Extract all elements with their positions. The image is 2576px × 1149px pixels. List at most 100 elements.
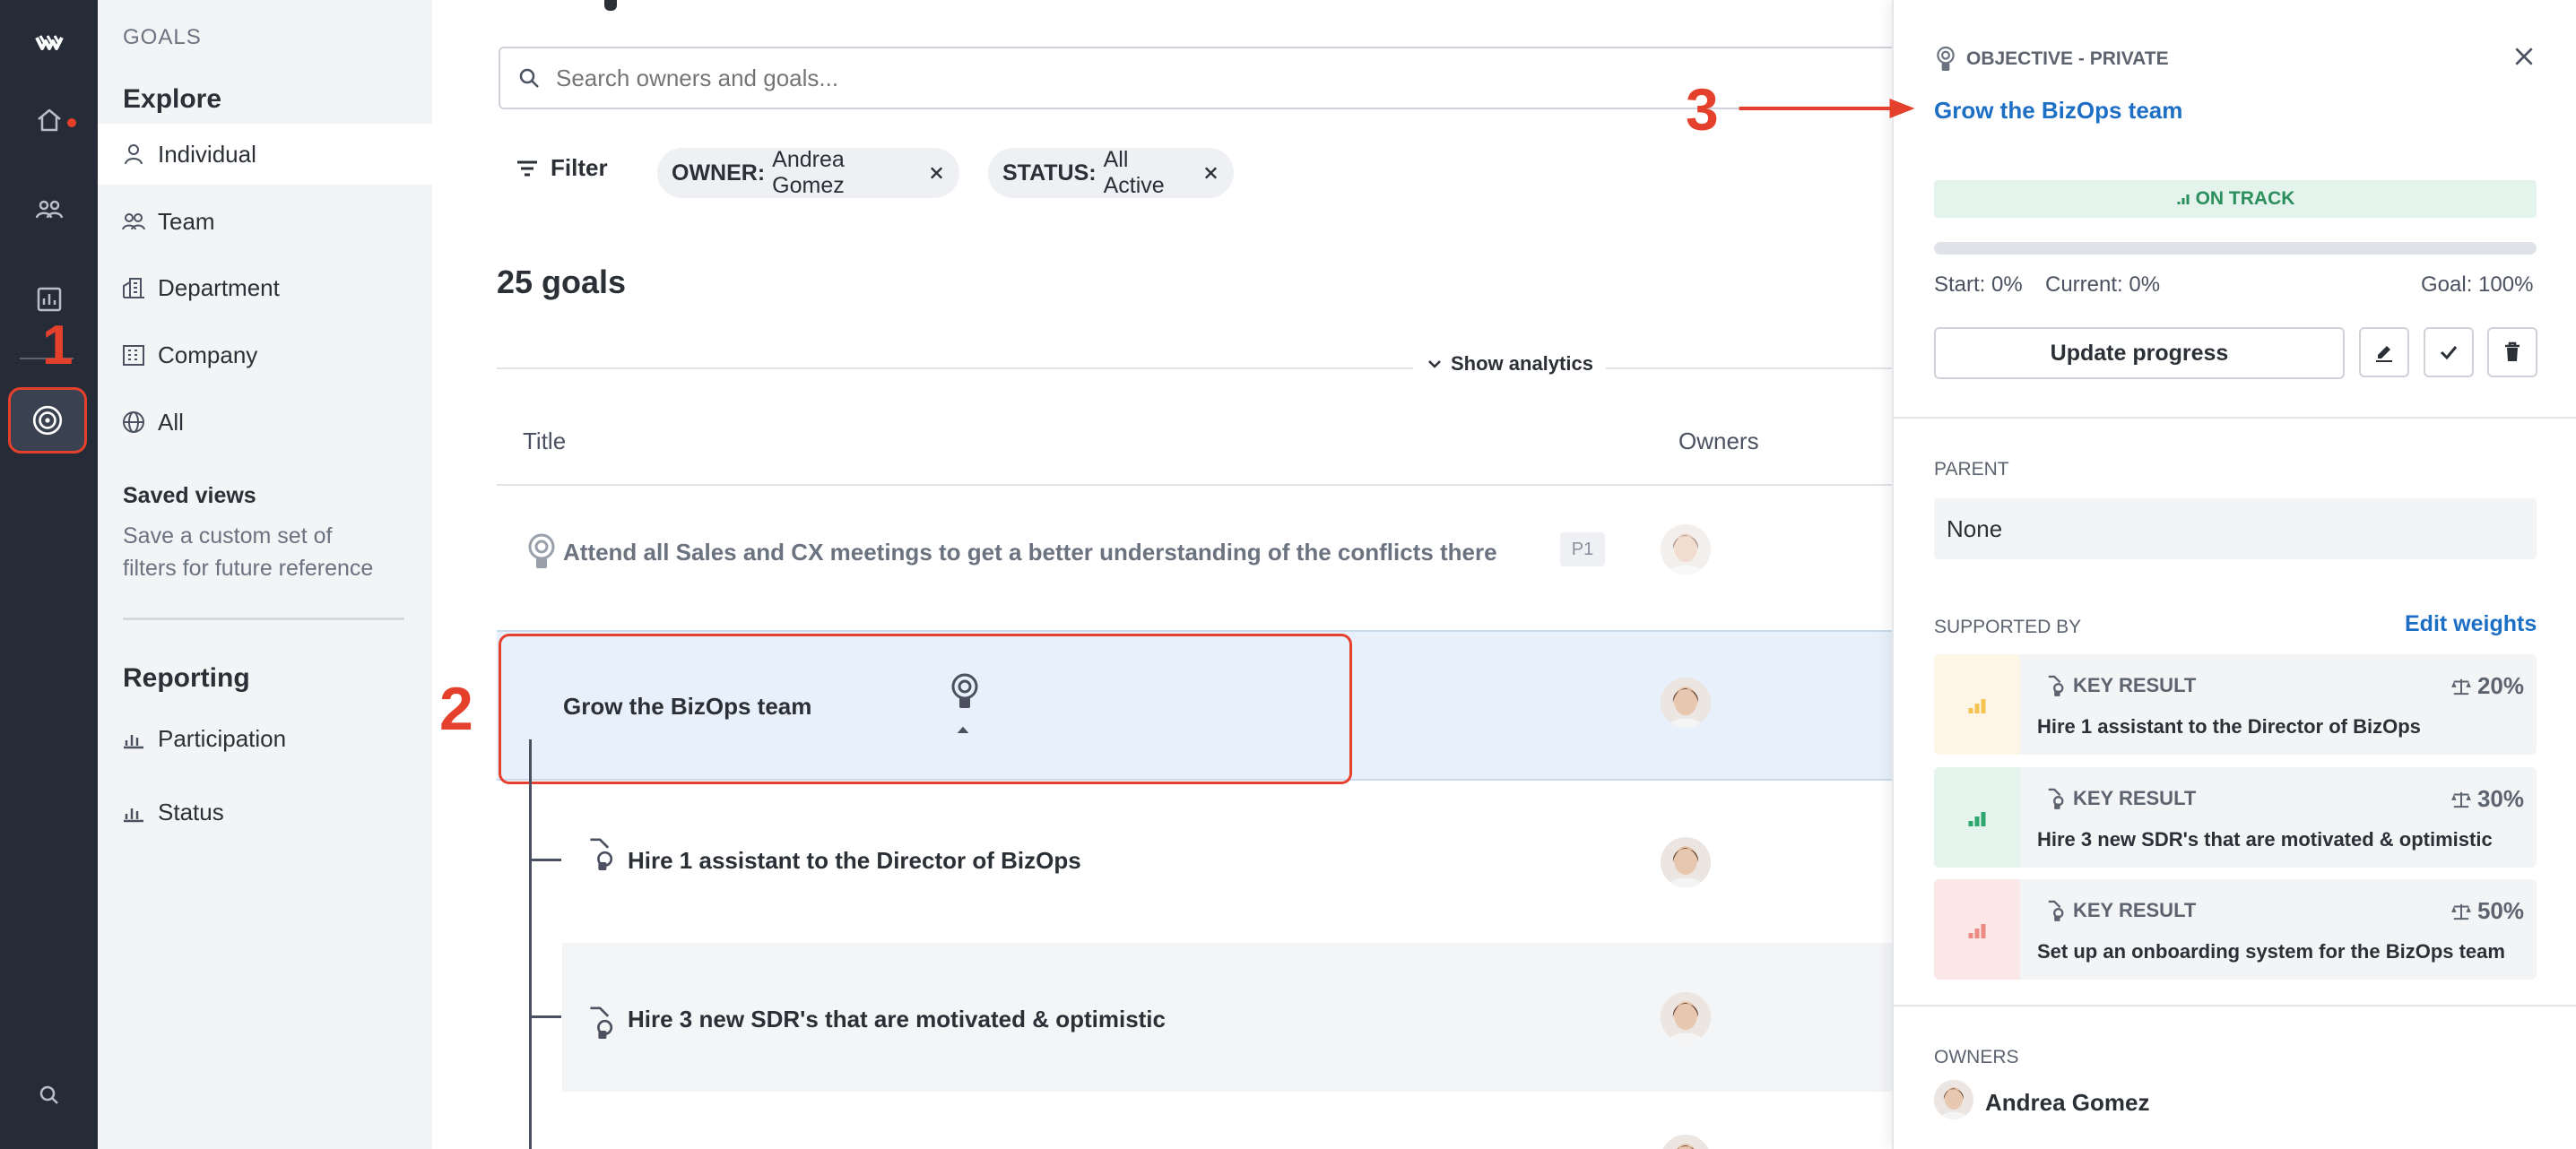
avatar: [1661, 837, 1711, 887]
parent-value: None: [1934, 498, 2537, 559]
bar-chart-icon: [1968, 812, 1986, 826]
goals-nav-button[interactable]: [8, 387, 87, 454]
show-analytics-label: Show analytics: [1451, 352, 1593, 375]
chip-key: STATUS:: [1002, 160, 1097, 186]
priority-badge: P1: [1560, 532, 1605, 566]
progress-start: Start: 0%: [1934, 272, 2023, 297]
filter-label: Filter: [551, 154, 608, 181]
analytics-divider: [497, 367, 1892, 369]
complete-button[interactable]: [2424, 327, 2474, 377]
annotation-arrow: [1739, 99, 1915, 118]
goal-title[interactable]: Hire 3 new SDR's that are motivated & op…: [628, 1006, 1166, 1033]
key-result-card[interactable]: KEY RESULT 30% Hire 3 new SDR's that are…: [1934, 767, 2537, 868]
key-result-label: KEY RESULT: [2046, 674, 2196, 697]
tree-connector: [529, 739, 532, 1149]
key-result-title: Set up an onboarding system for the BizO…: [2037, 940, 2505, 963]
key-result-title: Hire 1 assistant to the Director of BizO…: [2037, 715, 2421, 738]
panel-type-label: OBJECTIVE - PRIVATE: [1966, 48, 2169, 69]
home-icon[interactable]: [24, 95, 76, 145]
edit-button[interactable]: [2359, 327, 2409, 377]
status-filter-chip[interactable]: STATUS: All Active: [988, 147, 1234, 198]
people-icon[interactable]: [24, 185, 74, 235]
close-icon[interactable]: [928, 164, 945, 182]
nav-item-label: Status: [158, 798, 224, 825]
objective-icon: [528, 533, 555, 568]
owner-avatar: [1934, 1080, 1973, 1119]
trash-icon: [2505, 341, 2520, 361]
nav-item-department[interactable]: Department: [98, 257, 432, 318]
panel-divider: [1894, 1005, 2576, 1006]
nav-item-participation[interactable]: Participation: [98, 708, 432, 769]
goal-count: 25 goals: [497, 263, 627, 300]
key-result-weight: 50%: [2450, 897, 2524, 925]
nav-section-title: GOALS: [123, 25, 202, 49]
close-icon[interactable]: [1202, 164, 1219, 182]
status-text: ON TRACK: [2195, 188, 2295, 209]
nav-item-label: All: [158, 408, 184, 436]
pencil-icon: [2376, 346, 2392, 362]
nav-item-team[interactable]: Team: [98, 191, 432, 252]
caret-up-icon[interactable]: [956, 724, 970, 735]
chevron-down-icon: [1428, 360, 1441, 368]
app-logo-icon[interactable]: [24, 18, 74, 68]
key-result-label: KEY RESULT: [2046, 787, 2196, 810]
app-rail: [0, 0, 98, 1149]
key-result-icon: [590, 838, 613, 870]
owner-filter-chip[interactable]: OWNER: Andrea Gomez: [657, 147, 959, 198]
owner-name[interactable]: Andrea Gomez: [1985, 1089, 2150, 1117]
status-strip: [1934, 879, 2020, 980]
explore-heading: Explore: [123, 84, 222, 114]
tree-connector: [529, 1015, 561, 1018]
delete-button[interactable]: [2487, 327, 2537, 377]
chip-value: Andrea Gomez: [772, 147, 845, 198]
annotation-2: 2: [439, 675, 473, 743]
nav-item-label: Individual: [158, 140, 256, 168]
building-icon: [120, 341, 147, 368]
nav-item-label: Team: [158, 207, 215, 235]
saved-views-description: Save a custom set of: [123, 523, 333, 549]
scale-icon: [2451, 678, 2471, 695]
goal-title[interactable]: Attend all Sales and CX meetings to get …: [563, 539, 1497, 566]
status-badge: ON TRACK: [1934, 180, 2537, 218]
panel-title[interactable]: Grow the BizOps team: [1934, 97, 2182, 125]
bar-chart-icon: [1968, 924, 1986, 938]
key-result-card[interactable]: KEY RESULT 20% Hire 1 assistant to the D…: [1934, 654, 2537, 755]
search-input[interactable]: [554, 63, 1454, 93]
nav-item-status[interactable]: Status: [98, 782, 432, 842]
progress-current: Current: 0%: [2045, 272, 2161, 297]
update-progress-button[interactable]: Update progress: [1934, 327, 2345, 379]
nav-divider: [123, 618, 404, 620]
filter-button[interactable]: Filter: [515, 154, 608, 182]
goal-detail-panel: OBJECTIVE - PRIVATE Grow the BizOps team…: [1892, 0, 2576, 1149]
nav-item-company[interactable]: Company: [98, 324, 432, 385]
search-bar[interactable]: [499, 47, 1892, 109]
nav-item-individual[interactable]: Individual: [98, 124, 432, 185]
status-strip: [1934, 654, 2020, 755]
key-result-icon: [2048, 675, 2064, 696]
show-analytics-toggle[interactable]: Show analytics: [1413, 352, 1606, 376]
nav-item-label: Department: [158, 273, 280, 301]
search-icon[interactable]: [24, 1070, 74, 1120]
reporting-heading: Reporting: [123, 663, 250, 693]
column-header-owners: Owners: [1678, 428, 1759, 454]
key-result-card[interactable]: KEY RESULT 50% Set up an onboarding syst…: [1934, 879, 2537, 980]
key-result-icon: [2048, 788, 2064, 809]
edit-weights-link[interactable]: Edit weights: [2405, 611, 2537, 637]
key-result-icon: [590, 1006, 613, 1039]
avatar: [1661, 678, 1711, 728]
goal-title[interactable]: Hire 1 assistant to the Director of BizO…: [628, 847, 1081, 875]
goal-title[interactable]: Grow the BizOps team: [563, 693, 811, 721]
annotation-1: 1: [42, 315, 74, 376]
key-result-label: KEY RESULT: [2046, 899, 2196, 922]
annotation-3: 3: [1686, 76, 1719, 143]
saved-views-heading: Saved views: [123, 483, 256, 508]
nav-item-all[interactable]: All: [98, 392, 432, 453]
key-result-icon: [2048, 900, 2064, 921]
notification-dot: [67, 118, 76, 127]
close-icon[interactable]: [2512, 45, 2536, 68]
nav-item-label: Participation: [158, 724, 287, 752]
progress-bar: [1934, 242, 2537, 255]
table-row[interactable]: Attend all Sales and CX meetings to get …: [497, 486, 1892, 629]
globe-icon: [120, 409, 147, 436]
avatar: [1661, 992, 1711, 1042]
